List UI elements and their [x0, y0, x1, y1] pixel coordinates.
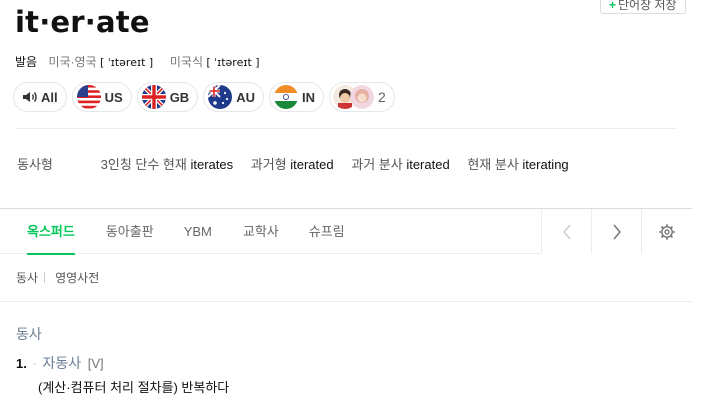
us-flag-icon — [76, 85, 101, 109]
us-label: US — [104, 89, 123, 105]
prev-tab-button[interactable] — [541, 209, 591, 254]
play-au-button[interactable]: AU — [203, 82, 264, 112]
verb-forms-row: 동사형 3인칭 단수 현재 iterates 과거형 iterated 과거 분… — [17, 154, 583, 173]
pronunciation-row: 발음 미국·영국 [ ˈɪtəreɪt ] 미국식 [ ˈɪtəreɪt ] — [15, 53, 260, 70]
speaker-icon — [23, 92, 37, 102]
au-label: AU — [236, 89, 255, 105]
play-all-button[interactable]: All — [13, 82, 67, 112]
user-recordings-count: 2 — [377, 89, 386, 105]
divider — [15, 128, 676, 129]
tab-donga[interactable]: 동아출판 — [106, 209, 154, 254]
grammar-code: [V] — [87, 356, 104, 371]
verb-form-link[interactable]: iterated — [406, 157, 449, 172]
au-flag-icon — [208, 85, 233, 109]
verb-form-link[interactable]: iterates — [190, 157, 233, 172]
gb-flag-icon — [141, 85, 166, 109]
verb-form-past: 과거형 iterated — [250, 157, 334, 172]
grammar-type: 자동사 — [42, 355, 82, 371]
tab-ybm[interactable]: YBM — [184, 209, 212, 254]
verb-form-present-participle: 현재 분사 iterating — [467, 157, 569, 172]
chevron-right-icon — [612, 224, 621, 239]
headword: it·er·ate — [15, 5, 150, 39]
tab-kyohak[interactable]: 교학사 — [243, 209, 279, 254]
gear-icon — [659, 223, 675, 240]
settings-button[interactable] — [641, 209, 692, 254]
dictionary-tabs: 옥스퍼드 동아출판 YBM 교학사 슈프림 — [0, 208, 692, 255]
separator — [44, 272, 46, 283]
sense-meaning: (계산·컴퓨터 처리 절차를) 반복하다 — [38, 380, 230, 395]
us-ipa: [ ˈɪtəreɪt ] — [206, 56, 260, 69]
play-all-label: All — [41, 89, 58, 105]
pronunciation-label: 발음 — [15, 55, 38, 69]
sense-line: 1. · 자동사 [V] — [16, 355, 104, 371]
save-button-label: 단어장 저장 — [618, 0, 677, 12]
tab-oxford[interactable]: 옥스퍼드 — [27, 209, 75, 255]
tab-supreme[interactable]: 슈프림 — [309, 209, 345, 254]
verb-form-past-participle: 과거 분사 iterated — [351, 157, 450, 172]
verb-forms-label: 동사형 — [17, 157, 53, 172]
sub-filter-row: 동사 영영사전 — [16, 269, 99, 286]
verb-form-link[interactable]: iterated — [290, 157, 333, 172]
verb-form-link[interactable]: iterating — [522, 157, 568, 172]
audio-buttons: All US GB AU IN 2 — [13, 82, 395, 112]
pos-filter[interactable]: 동사 — [16, 271, 38, 285]
divider — [0, 301, 692, 302]
us-uk-ipa: [ ˈɪtəreɪt ] — [99, 56, 154, 69]
next-tab-button[interactable] — [591, 209, 641, 254]
user-avatar-icon — [349, 85, 374, 109]
play-us-button[interactable]: US — [71, 82, 132, 112]
play-in-button[interactable]: IN — [268, 82, 324, 112]
part-of-speech-heading: 동사 — [16, 326, 42, 342]
sense-number: 1. — [16, 356, 27, 371]
user-recordings-button[interactable]: 2 — [328, 82, 395, 112]
add-to-wordbook-button[interactable]: + 단어장 저장 — [600, 0, 686, 14]
in-flag-icon — [273, 85, 298, 109]
us-label: 미국식 — [169, 55, 203, 69]
play-gb-button[interactable]: GB — [136, 82, 199, 112]
chevron-left-icon — [562, 224, 571, 239]
plus-icon: + — [609, 0, 617, 12]
in-label: IN — [301, 89, 315, 105]
verb-form-3sg: 3인칭 단수 현재 iterates — [100, 157, 234, 172]
gb-label: GB — [169, 89, 190, 105]
us-uk-label: 미국·영국 — [48, 55, 97, 69]
source-label: 영영사전 — [55, 271, 100, 285]
